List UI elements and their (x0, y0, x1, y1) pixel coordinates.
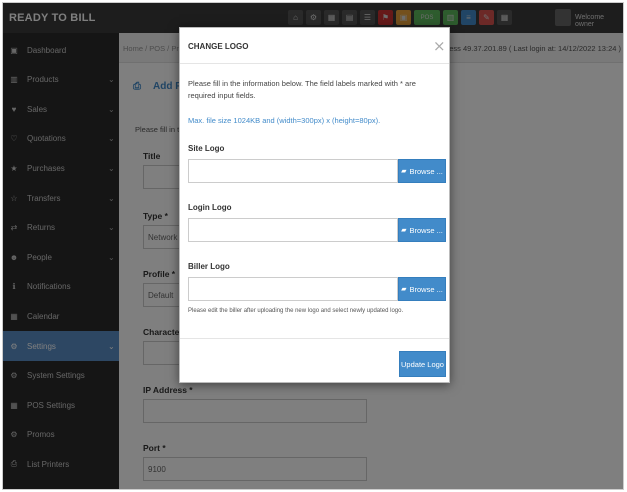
folder-icon: ▰ (401, 168, 407, 175)
site-logo-browse-button[interactable]: ▰ Browse ... (398, 159, 446, 183)
modal-title: CHANGE LOGO (188, 42, 249, 51)
biller-logo-input[interactable] (188, 277, 398, 301)
browse-label: Browse ... (409, 284, 443, 294)
modal-intro: Please fill in the information below. Th… (188, 79, 416, 100)
modal-header: CHANGE LOGO × (180, 28, 449, 64)
app-page: READY TO BILL ⌂ ⚙ ▦ ▤ ☰ ⚑ ▣ POS ▥ ≡ ✎ ▦ … (2, 2, 624, 490)
login-logo-label: Login Logo (188, 203, 232, 212)
browse-label: Browse ... (409, 225, 443, 235)
login-logo-browse-button[interactable]: ▰ Browse ... (398, 218, 446, 242)
modal-footer (180, 338, 449, 339)
update-logo-button[interactable]: Update Logo (399, 351, 446, 377)
browse-label: Browse ... (409, 166, 443, 176)
site-logo-input[interactable] (188, 159, 398, 183)
change-logo-modal: CHANGE LOGO × Please fill in the informa… (179, 27, 450, 383)
biller-note: Please edit the biller after uploading t… (188, 308, 404, 314)
biller-logo-label: Biller Logo (188, 262, 230, 271)
max-size-note: Max. file size 1024KB and (width=300px) … (188, 116, 381, 125)
folder-icon: ▰ (401, 286, 407, 293)
close-icon[interactable]: × (433, 37, 446, 55)
login-logo-input[interactable] (188, 218, 398, 242)
biller-logo-browse-button[interactable]: ▰ Browse ... (398, 277, 446, 301)
folder-icon: ▰ (401, 227, 407, 234)
site-logo-label: Site Logo (188, 144, 225, 153)
